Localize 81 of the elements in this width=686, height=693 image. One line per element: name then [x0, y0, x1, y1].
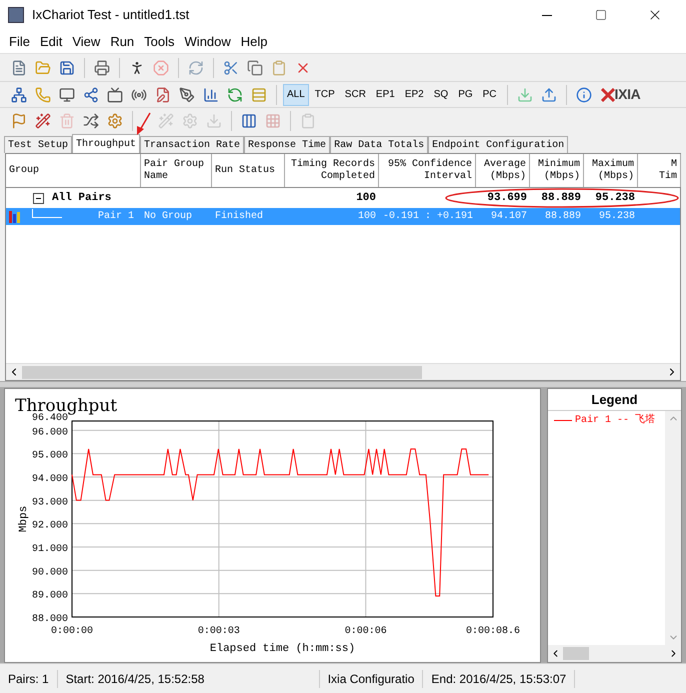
y-tick-label: 96.000 [32, 427, 68, 438]
tab[interactable]: Throughput [72, 134, 140, 153]
column-header[interactable]: M Tim [638, 154, 681, 187]
filter-button[interactable]: SQ [430, 84, 452, 106]
app-icon [8, 7, 24, 23]
table-cell-text: All Pairs [52, 190, 112, 206]
y-axis-label: Mbps [18, 506, 30, 532]
minimize-icon [542, 14, 552, 16]
filter-button[interactable]: PC [478, 84, 501, 106]
table-cell-text: 93.699 [487, 190, 527, 206]
logo: IXIA [600, 84, 640, 105]
table-cell-text: 95.238 [598, 210, 635, 224]
table-cell-text: 95.238 [595, 190, 635, 206]
scrollbar-thumb[interactable] [22, 366, 422, 378]
filter-button[interactable]: ALL [283, 84, 309, 106]
x-tick-label: 0:00:08.6 [466, 626, 520, 637]
tab[interactable]: Transaction Rate [140, 136, 244, 153]
legend-label: Pair 1 -- 飞塔 [575, 413, 656, 428]
x-tick-label: 0:00:03 [198, 626, 240, 637]
y-tick-label: 96.400 [32, 413, 68, 424]
menu-item[interactable]: Edit [34, 32, 68, 52]
y-tick-label: 91.000 [32, 544, 68, 555]
tree-connector [32, 209, 62, 218]
tab[interactable]: Response Time [244, 136, 330, 153]
horizontal-scrollbar[interactable] [6, 363, 680, 380]
status-text: Ixia Configuratio [328, 670, 414, 688]
vertical-scrollbar[interactable] [665, 411, 681, 645]
y-tick-label: 89.000 [32, 590, 68, 602]
y-tick-label: 94.000 [32, 474, 68, 485]
filter-button[interactable]: SCR [340, 84, 370, 106]
table-cell-text: 100 [356, 190, 376, 206]
tab[interactable]: Endpoint Configuration [428, 136, 568, 153]
filter-button[interactable]: EP2 [400, 84, 428, 106]
table-row[interactable]: All Pairs 100 93.699 88.889 95.238 [6, 188, 680, 208]
filter-button[interactable]: PG [454, 84, 477, 106]
column-header[interactable]: Minimum (Mbps) [530, 154, 584, 187]
column-header[interactable]: Maximum (Mbps) [584, 154, 638, 187]
maximize-icon [595, 9, 607, 21]
menu-item[interactable]: Help [236, 32, 273, 52]
chart-title: Throughput [15, 396, 118, 416]
menu-item[interactable]: Window [180, 32, 236, 52]
column-header[interactable]: Pair Group Name [141, 154, 212, 187]
tab[interactable]: Raw Data Totals [330, 136, 428, 153]
column-header[interactable]: Group [6, 154, 141, 187]
y-tick-label: 95.000 [32, 450, 68, 462]
table-cell-text: No Group [144, 210, 192, 224]
annotation-arrow [134, 112, 152, 136]
table-cell-text: Finished [215, 210, 264, 224]
column-header[interactable]: Average (Mbps) [476, 154, 530, 187]
y-tick-label: 92.000 [32, 520, 68, 532]
x-axis-label: Elapsed time (h:mm:ss) [210, 643, 356, 655]
table-cell-text: 94.107 [490, 210, 527, 224]
x-mark-icon [600, 88, 615, 102]
column-header[interactable]: Run Status [212, 154, 285, 187]
tab[interactable]: Test Setup [4, 136, 72, 153]
horizontal-scrollbar[interactable] [548, 645, 681, 662]
menu-item[interactable]: File [4, 32, 35, 52]
status-text: Start: 2016/4/25, 15:52:58 [66, 670, 204, 688]
window-title: IxChariot Test - untitled1.tst [32, 6, 190, 24]
column-header[interactable]: Timing Records Completed [285, 154, 379, 187]
menu-item[interactable]: View [67, 32, 106, 52]
y-tick-label: 90.000 [32, 567, 68, 578]
x-tick-label: 0:00:06 [344, 626, 387, 637]
table-cell-text: 100 [358, 210, 376, 224]
status-text: Pairs: 1 [8, 670, 49, 688]
status-text: End: 2016/4/25, 15:53:07 [431, 670, 566, 688]
filter-button[interactable]: TCP [310, 84, 339, 106]
expand-toggle[interactable] [33, 192, 44, 204]
table-cell-text: 88.889 [544, 210, 581, 224]
y-tick-label: 88.000 [32, 614, 68, 625]
table-cell-text: 88.889 [541, 190, 581, 206]
column-header[interactable]: 95% Confidence Interval [379, 154, 476, 187]
menu-item[interactable]: Tools [139, 32, 180, 52]
x-tick-label: 0:00:00 [51, 626, 93, 637]
table-cell-text: -0.191 : +0.191 [382, 210, 473, 224]
menu-item[interactable]: Run [105, 32, 140, 52]
scrollbar-thumb[interactable] [563, 647, 589, 660]
table-cell-text: Pair 1 [98, 210, 134, 224]
filter-button[interactable]: EP1 [372, 84, 399, 106]
y-tick-label: 93.000 [32, 497, 68, 508]
bar-chart-icon [9, 210, 20, 222]
